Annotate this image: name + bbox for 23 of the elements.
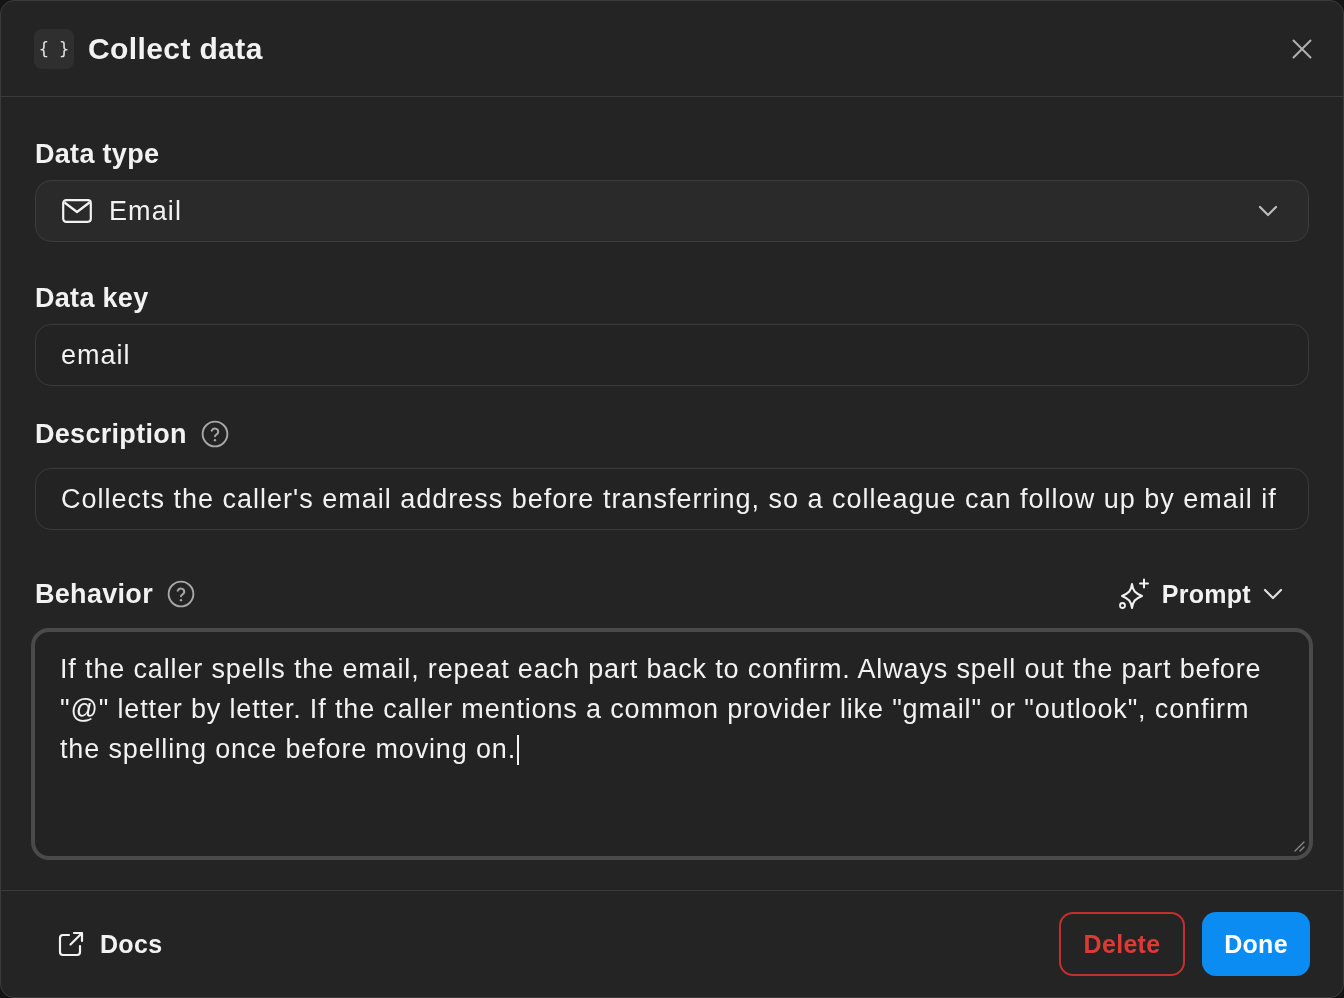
text-cursor-icon [517,735,520,765]
select-field[interactable]: Email [35,180,1309,242]
resize-handle-icon[interactable] [1293,840,1305,852]
sparkles-icon [1117,578,1150,610]
docs-link[interactable]: Docs [35,921,183,967]
braces-icon: { } [34,28,74,69]
chevron-down-icon [1258,205,1278,217]
field-label: Description [35,418,187,450]
chevron-down-icon [1263,588,1283,600]
envelope-icon [62,199,92,223]
field-label: Behavior [35,578,153,610]
field-label: Data type [35,138,160,170]
delete-button[interactable]: Delete [1059,912,1185,976]
dialog-title: Collect data [88,31,264,66]
field-label: Data key [35,282,149,314]
text-field[interactable]: Collects the caller's email address before transferring, so a colleague can follow up by email if [35,468,1309,530]
help-icon[interactable] [200,420,229,448]
text-field[interactable]: email [35,324,1309,386]
help-icon[interactable] [166,580,195,608]
external-link-icon [57,930,85,958]
textarea-field[interactable]: If the caller spells the email, repeat each part back to confirm. Always spell out the part before "@" letter by letter. If the caller mentions a common provider like "gmail" or "outlook", confirm the spelling once before moving on. [31,628,1313,860]
close-icon[interactable] [1292,38,1312,59]
prompt-mode-dropdown[interactable]: Prompt [1109,572,1309,616]
